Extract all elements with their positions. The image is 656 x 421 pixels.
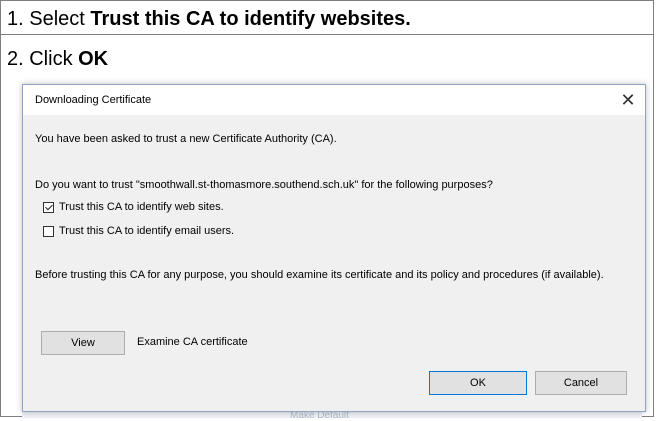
websites-checkbox-label: Trust this CA to identify web sites. (59, 201, 224, 213)
step-1-emphasis: Trust this CA to identify websites. (90, 8, 411, 30)
advice-text: Before trusting this CA for any purpose,… (35, 269, 604, 281)
option-identify-email-users[interactable]: Trust this CA to identify email users. (43, 225, 234, 237)
ok-button[interactable]: OK (429, 371, 527, 395)
email-users-checkbox[interactable] (43, 225, 54, 237)
option-identify-websites[interactable]: Trust this CA to identify web sites. (43, 201, 224, 213)
email-users-checkbox-label: Trust this CA to identify email users. (59, 225, 235, 237)
dialog-titlebar: Downloading Certificate ✕ (23, 85, 645, 115)
close-icon[interactable]: ✕ (617, 89, 639, 111)
downloading-certificate-dialog: Downloading Certificate ✕ You have been … (22, 84, 646, 412)
step-1-prefix: 1. Select (7, 8, 91, 30)
instruction-step-2: 2. Click OK (1, 35, 653, 79)
websites-checkbox[interactable] (43, 201, 54, 213)
trust-question: Do you want to trust "smoothwall.st-thom… (35, 179, 493, 191)
instruction-step-1: 1. Select Trust this CA to identify webs… (1, 1, 653, 35)
dialog-title: Downloading Certificate (35, 94, 152, 106)
intro-text: You have been asked to trust a new Certi… (35, 133, 337, 145)
cancel-button[interactable]: Cancel (535, 371, 627, 395)
examine-ca-label: Examine CA certificate (137, 336, 248, 348)
step-2-prefix: 2. Click (7, 48, 79, 70)
step-2-emphasis: OK (78, 48, 109, 70)
view-button[interactable]: View (41, 331, 125, 355)
